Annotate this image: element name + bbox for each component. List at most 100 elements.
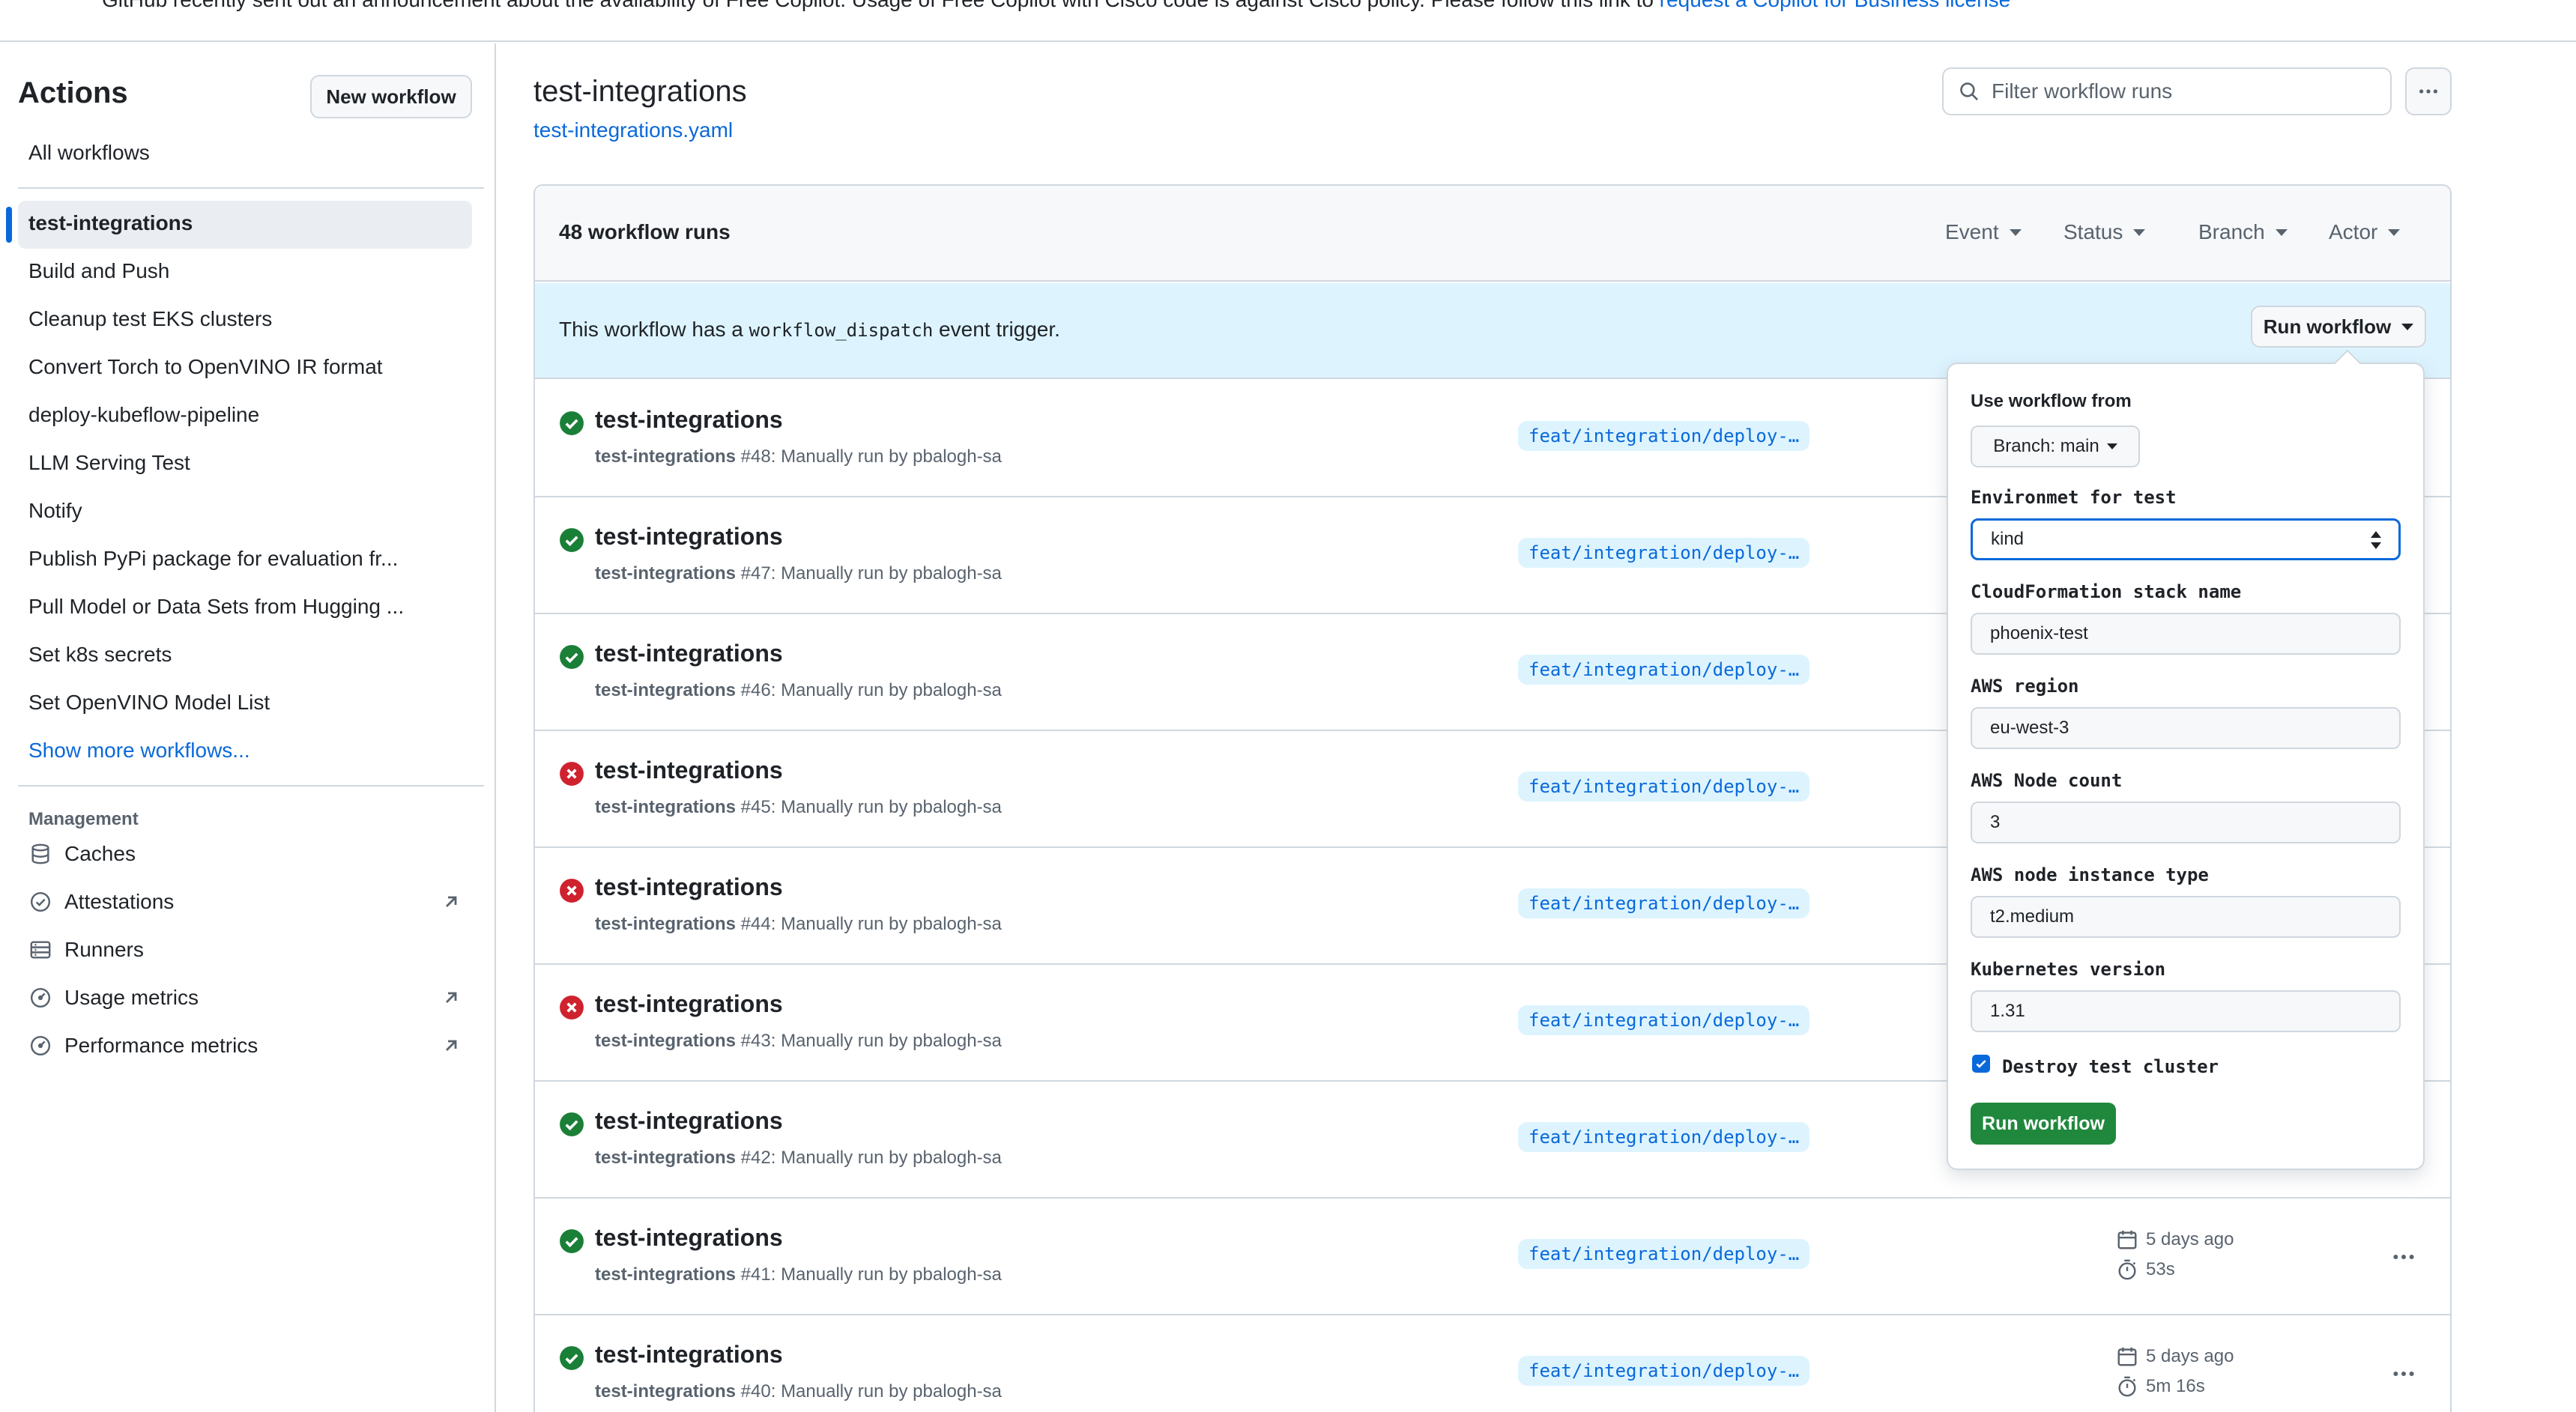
- aws-region-label: AWS region: [1971, 676, 2079, 697]
- branch-select-button[interactable]: Branch: main: [1971, 425, 2140, 467]
- run-date: 5 days ago: [2116, 1228, 2234, 1251]
- sidebar-item-performance-metrics[interactable]: Performance metrics: [28, 1031, 463, 1061]
- branch-label[interactable]: feat/integration/deploy-…: [1518, 655, 1810, 685]
- k8s-version-input[interactable]: 1.31: [1971, 990, 2401, 1032]
- stack-name-label: CloudFormation stack name: [1971, 581, 2242, 602]
- event-filter[interactable]: Event: [1945, 220, 2022, 244]
- branch-filter[interactable]: Branch: [2198, 220, 2288, 244]
- stopwatch-icon: [2118, 1259, 2136, 1280]
- run-duration: 5m 16s: [2116, 1375, 2205, 1398]
- run-title[interactable]: test-integrations: [595, 873, 783, 901]
- environment-select[interactable]: kind: [1971, 518, 2401, 560]
- meter-icon: [28, 986, 52, 1010]
- sidebar-item-deploy-kubeflow[interactable]: deploy-kubeflow-pipeline: [28, 403, 259, 427]
- sidebar-item-runners[interactable]: Runners: [28, 935, 463, 965]
- branch-label[interactable]: feat/integration/deploy-…: [1518, 1122, 1810, 1152]
- run-options-button[interactable]: [2389, 1242, 2419, 1272]
- sidebar-item-label: Attestations: [64, 890, 175, 913]
- run-title[interactable]: test-integrations: [595, 757, 783, 784]
- check-circle-icon: [559, 527, 584, 553]
- sidebar-item-cleanup-eks[interactable]: Cleanup test EKS clusters: [28, 307, 272, 331]
- sidebar-item-set-openvino[interactable]: Set OpenVINO Model List: [28, 691, 270, 715]
- sidebar-item-caches[interactable]: Caches: [28, 839, 463, 869]
- sidebar-item-test-integrations[interactable]: test-integrations: [28, 211, 193, 235]
- run-workflow-toggle[interactable]: Run workflow: [2251, 306, 2426, 348]
- x-circle-icon: [559, 878, 584, 903]
- search-icon: [1960, 82, 1978, 100]
- run-title[interactable]: test-integrations: [595, 1224, 783, 1252]
- external-link-icon: [446, 1040, 457, 1051]
- run-subtitle: test-integrations #47: Manually run by p…: [595, 563, 1002, 584]
- run-title[interactable]: test-integrations: [595, 1341, 783, 1369]
- check-circle-icon: [559, 1112, 584, 1137]
- sidebar-item-all-workflows[interactable]: All workflows: [28, 141, 150, 165]
- actor-filter[interactable]: Actor: [2329, 220, 2401, 244]
- filter-runs-input[interactable]: [1992, 79, 2366, 103]
- branch-label[interactable]: feat/integration/deploy-…: [1518, 888, 1810, 918]
- run-subtitle: test-integrations #42: Manually run by p…: [595, 1148, 1002, 1168]
- check-icon: [1976, 1060, 1986, 1068]
- sidebar-item-pull-model[interactable]: Pull Model or Data Sets from Hugging ...: [28, 595, 404, 619]
- meter-icon: [28, 1034, 52, 1058]
- run-title[interactable]: test-integrations: [595, 640, 783, 667]
- use-workflow-from-label: Use workflow from: [1971, 391, 2132, 411]
- run-subtitle: test-integrations #40: Manually run by p…: [595, 1381, 1002, 1402]
- branch-label[interactable]: feat/integration/deploy-…: [1518, 1356, 1810, 1386]
- check-circle-icon: [559, 410, 584, 436]
- run-title[interactable]: test-integrations: [595, 1107, 783, 1135]
- check-circle-icon: [559, 1345, 584, 1371]
- run-options-button[interactable]: [2389, 1359, 2419, 1389]
- node-count-input[interactable]: 3: [1971, 802, 2401, 843]
- aws-region-input[interactable]: eu-west-3: [1971, 707, 2401, 749]
- run-title[interactable]: test-integrations: [595, 406, 783, 434]
- copilot-license-link[interactable]: request a Copilot for Business license: [1660, 0, 2010, 11]
- sidebar-item-publish-pypi[interactable]: Publish PyPi package for evaluation fr..…: [28, 547, 398, 571]
- sidebar-item-usage-metrics[interactable]: Usage metrics: [28, 983, 463, 1013]
- sidebar-item-notify[interactable]: Notify: [28, 499, 82, 523]
- sidebar-item-convert-torch[interactable]: Convert Torch to OpenVINO IR format: [28, 355, 383, 379]
- sidebar-item-llm-serving[interactable]: LLM Serving Test: [28, 451, 190, 475]
- branch-label[interactable]: feat/integration/deploy-…: [1518, 1005, 1810, 1035]
- node-count-label: AWS Node count: [1971, 770, 2123, 791]
- sidebar-item-build-and-push[interactable]: Build and Push: [28, 259, 169, 283]
- destroy-cluster-checkbox[interactable]: [1972, 1055, 1990, 1073]
- run-subtitle: test-integrations #44: Manually run by p…: [595, 914, 1002, 934]
- run-title[interactable]: test-integrations: [595, 990, 783, 1018]
- workflow-run-row[interactable]: test-integrations test-integrations #40: …: [535, 1315, 2450, 1412]
- sidebar-item-attestations[interactable]: Attestations: [28, 887, 463, 917]
- sidebar-divider: [18, 187, 484, 189]
- banner-text: GitHub recently sent out an announcement…: [102, 0, 2010, 12]
- caret-down-icon: [2106, 443, 2117, 449]
- branch-label[interactable]: feat/integration/deploy-…: [1518, 1239, 1810, 1269]
- new-workflow-button[interactable]: New workflow: [310, 75, 472, 118]
- instance-type-input[interactable]: t2.medium: [1971, 896, 2401, 938]
- filter-runs-box[interactable]: [1942, 67, 2392, 115]
- branch-label[interactable]: feat/integration/deploy-…: [1518, 421, 1810, 451]
- run-workflow-submit-button[interactable]: Run workflow: [1971, 1103, 2116, 1145]
- caret-down-icon: [2275, 228, 2288, 236]
- dispatch-code: workflow_dispatch: [749, 320, 934, 341]
- run-date: 5 days ago: [2116, 1345, 2234, 1368]
- check-circle-icon: [559, 1228, 584, 1254]
- workflow-file-link[interactable]: test-integrations.yaml: [533, 118, 733, 142]
- status-filter[interactable]: Status: [2063, 220, 2146, 244]
- verified-icon: [28, 890, 52, 914]
- workflow-run-row[interactable]: test-integrations test-integrations #41: …: [535, 1199, 2450, 1315]
- run-title[interactable]: test-integrations: [595, 523, 783, 551]
- branch-label[interactable]: feat/integration/deploy-…: [1518, 772, 1810, 802]
- x-circle-icon: [559, 995, 584, 1020]
- external-link-icon: [446, 992, 457, 1003]
- branch-label[interactable]: feat/integration/deploy-…: [1518, 538, 1810, 568]
- page-title: test-integrations: [533, 75, 747, 108]
- k8s-version-label: Kubernetes version: [1971, 959, 2166, 980]
- stack-name-input[interactable]: phoenix-test: [1971, 613, 2401, 655]
- sidebar-item-set-k8s-secrets[interactable]: Set k8s secrets: [28, 643, 172, 667]
- destroy-cluster-label: Destroy test cluster: [2002, 1056, 2219, 1077]
- run-subtitle: test-integrations #46: Manually run by p…: [595, 680, 1002, 700]
- external-link-icon: [446, 896, 457, 907]
- show-more-workflows-link[interactable]: Show more workflows...: [28, 739, 250, 763]
- run-subtitle: test-integrations #45: Manually run by p…: [595, 797, 1002, 817]
- server-icon: [28, 938, 52, 962]
- sidebar-title: Actions: [18, 76, 128, 109]
- more-options-button[interactable]: [2405, 67, 2452, 115]
